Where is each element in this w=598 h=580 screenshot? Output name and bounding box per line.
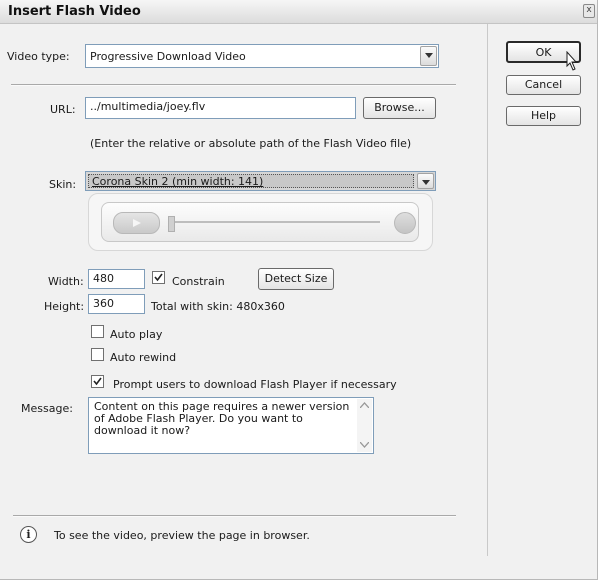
separator xyxy=(11,84,456,86)
help-button-label: Help xyxy=(530,109,557,122)
scroll-up-icon[interactable] xyxy=(360,402,369,408)
skin-preview xyxy=(88,193,433,251)
detect-size-label: Detect Size xyxy=(264,272,328,285)
help-button[interactable]: Help xyxy=(506,106,581,126)
dialog-title: Insert Flash Video xyxy=(8,4,141,19)
height-input[interactable]: 360 xyxy=(88,294,145,314)
auto-rewind-label: Auto rewind xyxy=(110,351,177,364)
close-icon[interactable]: x xyxy=(583,4,595,18)
prompt-download-checkbox[interactable] xyxy=(91,375,104,388)
skin-preview-controlbar xyxy=(101,202,419,242)
video-type-label: Video type: xyxy=(7,50,70,63)
checkmark-icon xyxy=(93,377,102,386)
chevron-down-icon[interactable] xyxy=(417,173,434,189)
video-type-value: Progressive Download Video xyxy=(90,50,246,63)
url-hint: (Enter the relative or absolute path of … xyxy=(90,137,412,150)
play-icon xyxy=(133,219,141,227)
separator xyxy=(13,515,456,517)
video-type-select[interactable]: Progressive Download Video xyxy=(85,44,439,68)
message-scrollbar[interactable] xyxy=(357,399,372,452)
skin-label: Skin: xyxy=(49,178,77,191)
cancel-button[interactable]: Cancel xyxy=(506,75,581,95)
detect-size-button[interactable]: Detect Size xyxy=(258,268,334,290)
message-label: Message: xyxy=(21,402,73,415)
auto-play-checkbox[interactable] xyxy=(91,325,104,338)
volume-icon xyxy=(394,212,416,234)
browse-button[interactable]: Browse... xyxy=(363,97,436,119)
info-icon: i xyxy=(20,526,37,543)
prompt-download-label: Prompt users to download Flash Player if… xyxy=(113,378,397,391)
seek-handle xyxy=(168,216,175,232)
auto-rewind-checkbox[interactable] xyxy=(91,348,104,361)
chevron-down-icon[interactable] xyxy=(420,46,437,66)
auto-play-label: Auto play xyxy=(110,328,163,341)
url-input[interactable]: ../multimedia/joey.flv xyxy=(85,97,356,119)
seek-track xyxy=(168,221,380,223)
insert-flash-video-dialog: Insert Flash Video x Video type: Progres… xyxy=(0,0,598,580)
constrain-checkbox[interactable] xyxy=(152,271,165,284)
scroll-down-icon[interactable] xyxy=(360,442,369,448)
width-input[interactable]: 480 xyxy=(88,269,145,289)
total-with-skin-text: Total with skin: 480x360 xyxy=(151,300,285,313)
info-text: To see the video, preview the page in br… xyxy=(54,529,310,542)
constrain-label: Constrain xyxy=(172,275,225,288)
url-label: URL: xyxy=(50,103,76,116)
skin-value: Corona Skin 2 (min width: 141) xyxy=(92,175,264,188)
width-label: Width: xyxy=(48,275,84,288)
message-textarea[interactable]: Content on this page requires a newer ve… xyxy=(88,397,374,454)
message-text: Content on this page requires a newer ve… xyxy=(94,400,350,437)
browse-button-label: Browse... xyxy=(374,101,425,114)
skin-select[interactable]: Corona Skin 2 (min width: 141) xyxy=(85,171,436,191)
button-column-divider xyxy=(487,24,488,556)
cursor-hand-icon xyxy=(566,51,578,71)
height-label: Height: xyxy=(44,300,85,313)
cancel-button-label: Cancel xyxy=(524,78,563,91)
play-button-preview xyxy=(113,212,160,234)
title-bar[interactable]: Insert Flash Video x xyxy=(0,0,597,24)
checkmark-icon xyxy=(154,273,163,282)
